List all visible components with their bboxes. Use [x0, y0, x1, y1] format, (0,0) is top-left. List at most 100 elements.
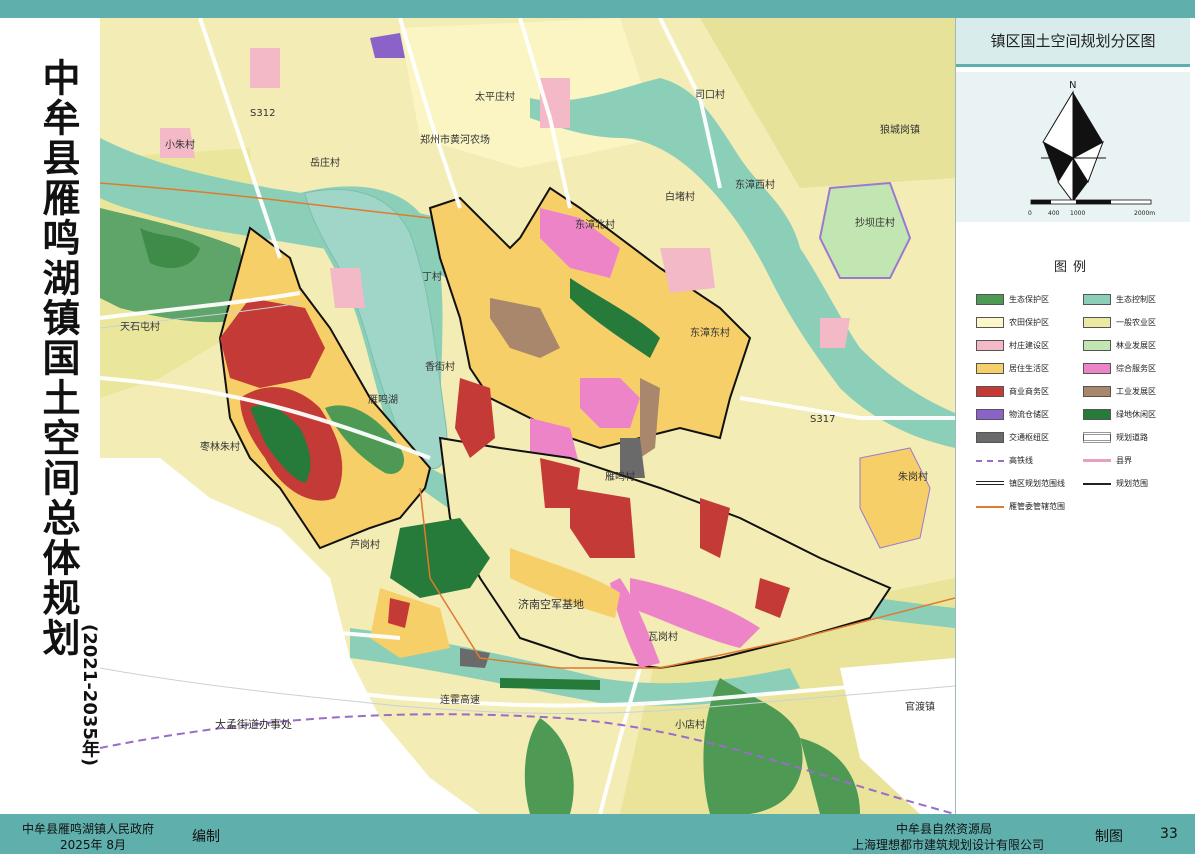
title-block: 中牟县雁鸣湖镇国土空间总体规划 (2021-2035年) [10, 24, 100, 809]
label-dameng: 大孟街道办事处 [215, 717, 292, 731]
legend-label: 交通枢纽区 [1009, 433, 1049, 442]
legend-item: 绿地休闲区 [1083, 405, 1188, 423]
north-label: N [1069, 80, 1076, 91]
label-dingcun: 丁村 [422, 270, 442, 283]
label-yanming: 雁鸣村 [605, 470, 635, 483]
legend-swatch [1083, 459, 1111, 462]
legend-swatch [976, 340, 1004, 351]
top-bar [0, 0, 1195, 18]
legend-label: 规划道路 [1116, 433, 1148, 442]
north-arrow-icon: N 0 400 1000 2000m [1028, 80, 1155, 217]
footer-gov: 中牟县雁鸣湖镇人民政府 [22, 822, 155, 836]
legend-swatch [976, 317, 1004, 328]
green-leisure-zone [500, 678, 600, 690]
legend-swatch [976, 432, 1004, 443]
label-xiangjie: 香街村 [425, 360, 455, 373]
legend-swatch [1083, 363, 1111, 374]
legend-label: 高铁线 [1009, 456, 1033, 465]
label-yuezhuang: 岳庄村 [310, 156, 340, 169]
legend-label: 村庄建设区 [1009, 341, 1049, 350]
footer-draw: 制图 [1095, 829, 1123, 845]
label-gugang: 瓦岗村 [648, 630, 678, 643]
label-s317: S317 [810, 414, 835, 425]
legend-item: 农田保护区 [976, 313, 1081, 331]
legend-item: 镇区规划范围线 [976, 474, 1081, 492]
legend-swatch [1083, 432, 1111, 443]
panel-title: 镇区国土空间规划分区图 [956, 18, 1190, 67]
map-title-years: (2021-2035年) [79, 624, 100, 767]
legend-swatch [1083, 483, 1111, 485]
legend-item: 高铁线 [976, 451, 1081, 469]
label-zaolin: 枣林朱村 [200, 440, 240, 453]
compass-block: N 0 400 1000 2000m [956, 72, 1190, 222]
legend-label: 综合服务区 [1116, 364, 1156, 373]
label-yanminghu: 雁鸣湖 [368, 393, 398, 406]
label-lugang: 芦岗村 [350, 538, 380, 551]
legend-swatch [1083, 294, 1111, 305]
village-zone [330, 268, 365, 308]
legend-label: 规划范围 [1116, 479, 1148, 488]
label-lianhuo: 连霍高速 [440, 693, 480, 706]
legend-item: 村庄建设区 [976, 336, 1081, 354]
legend-swatch [1083, 340, 1111, 351]
svg-text:1000: 1000 [1070, 210, 1085, 217]
legend-label: 雁管委管辖范围 [1009, 502, 1065, 511]
legend-swatch [976, 481, 1004, 485]
legend-swatch [976, 409, 1004, 420]
legend-label: 林业发展区 [1116, 341, 1156, 350]
label-dongzhangbei: 东漳北村 [575, 218, 615, 231]
map-title: 中牟县雁鸣湖镇国土空间总体规划 [36, 58, 80, 658]
legend-label: 生态保护区 [1009, 295, 1049, 304]
legend-swatch [1083, 317, 1111, 328]
label-sikou: 司口村 [695, 88, 725, 101]
footer-bureau: 中牟县自然资源局 [896, 822, 993, 836]
legend-label: 绿地休闲区 [1116, 410, 1156, 419]
legend-swatch [976, 386, 1004, 397]
legend-item: 居住生活区 [976, 359, 1081, 377]
legend-swatch [1083, 409, 1111, 420]
legend-swatch [976, 294, 1004, 305]
label-chaobazhuang: 抄坝庄村 [855, 216, 895, 229]
legend-label: 镇区规划范围线 [1009, 479, 1065, 488]
label-xiaoyan: 小店村 [675, 718, 705, 731]
legend-item: 生态保护区 [976, 290, 1081, 308]
legend-swatch [1083, 386, 1111, 397]
label-zhengzhou-farm: 郑州市黄河农场 [420, 133, 490, 146]
footer-date: 2025年 8月 [60, 838, 126, 852]
legend-item: 生态控制区 [1083, 290, 1188, 308]
svg-text:0: 0 [1028, 210, 1032, 217]
village-zone [250, 48, 280, 88]
label-langcheng: 狼城岗镇 [880, 123, 920, 136]
label-guandu: 官渡镇 [905, 700, 935, 713]
village-zone [820, 318, 850, 348]
legend-label: 商业商务区 [1009, 387, 1049, 396]
label-dongzhangxi: 东漳西村 [735, 178, 775, 191]
legend-swatch [976, 506, 1004, 508]
label-taiping: 太平庄村 [475, 90, 515, 103]
footer-page-number: 33 [1160, 826, 1178, 842]
legend-item: 规划道路 [1083, 428, 1188, 446]
legend-item: 规划范围 [1083, 474, 1188, 492]
legend-label: 生态控制区 [1116, 295, 1156, 304]
legend-label: 物流仓储区 [1009, 410, 1049, 419]
legend-item: 林业发展区 [1083, 336, 1188, 354]
footer-bar: 中牟县雁鸣湖镇人民政府 2025年 8月 编制 中牟县自然资源局 上海理想都市建… [0, 814, 1195, 854]
map-canvas[interactable]: 太平庄村 司口村 狼城岗镇 小朱村 郑州市黄河农场 岳庄村 白堵村 东漳西村 抄… [100, 18, 955, 814]
legend-label: 居住生活区 [1009, 364, 1049, 373]
label-jinan-base: 济南空军基地 [518, 597, 584, 611]
legend-item: 县界 [1083, 451, 1188, 469]
svg-text:2000m: 2000m [1134, 210, 1155, 217]
label-s312: S312 [250, 108, 275, 119]
legend-item: 一般农业区 [1083, 313, 1188, 331]
label-zhugang: 朱岗村 [898, 470, 928, 483]
legend-panel: 镇区国土空间规划分区图 N 0 400 1000 2000m 图例 生态保护区 生… [955, 18, 1190, 814]
legend-item: 雁管委管辖范围 [976, 497, 1081, 515]
label-dongzhangdong: 东漳东村 [690, 326, 730, 339]
legend-item: 交通枢纽区 [976, 428, 1081, 446]
legend-item: 综合服务区 [1083, 359, 1188, 377]
legend-swatch [976, 460, 1004, 462]
legend-label: 县界 [1116, 456, 1132, 465]
legend-label: 工业发展区 [1116, 387, 1156, 396]
legend-item: 工业发展区 [1083, 382, 1188, 400]
legend-title: 图例 [1053, 260, 1092, 275]
